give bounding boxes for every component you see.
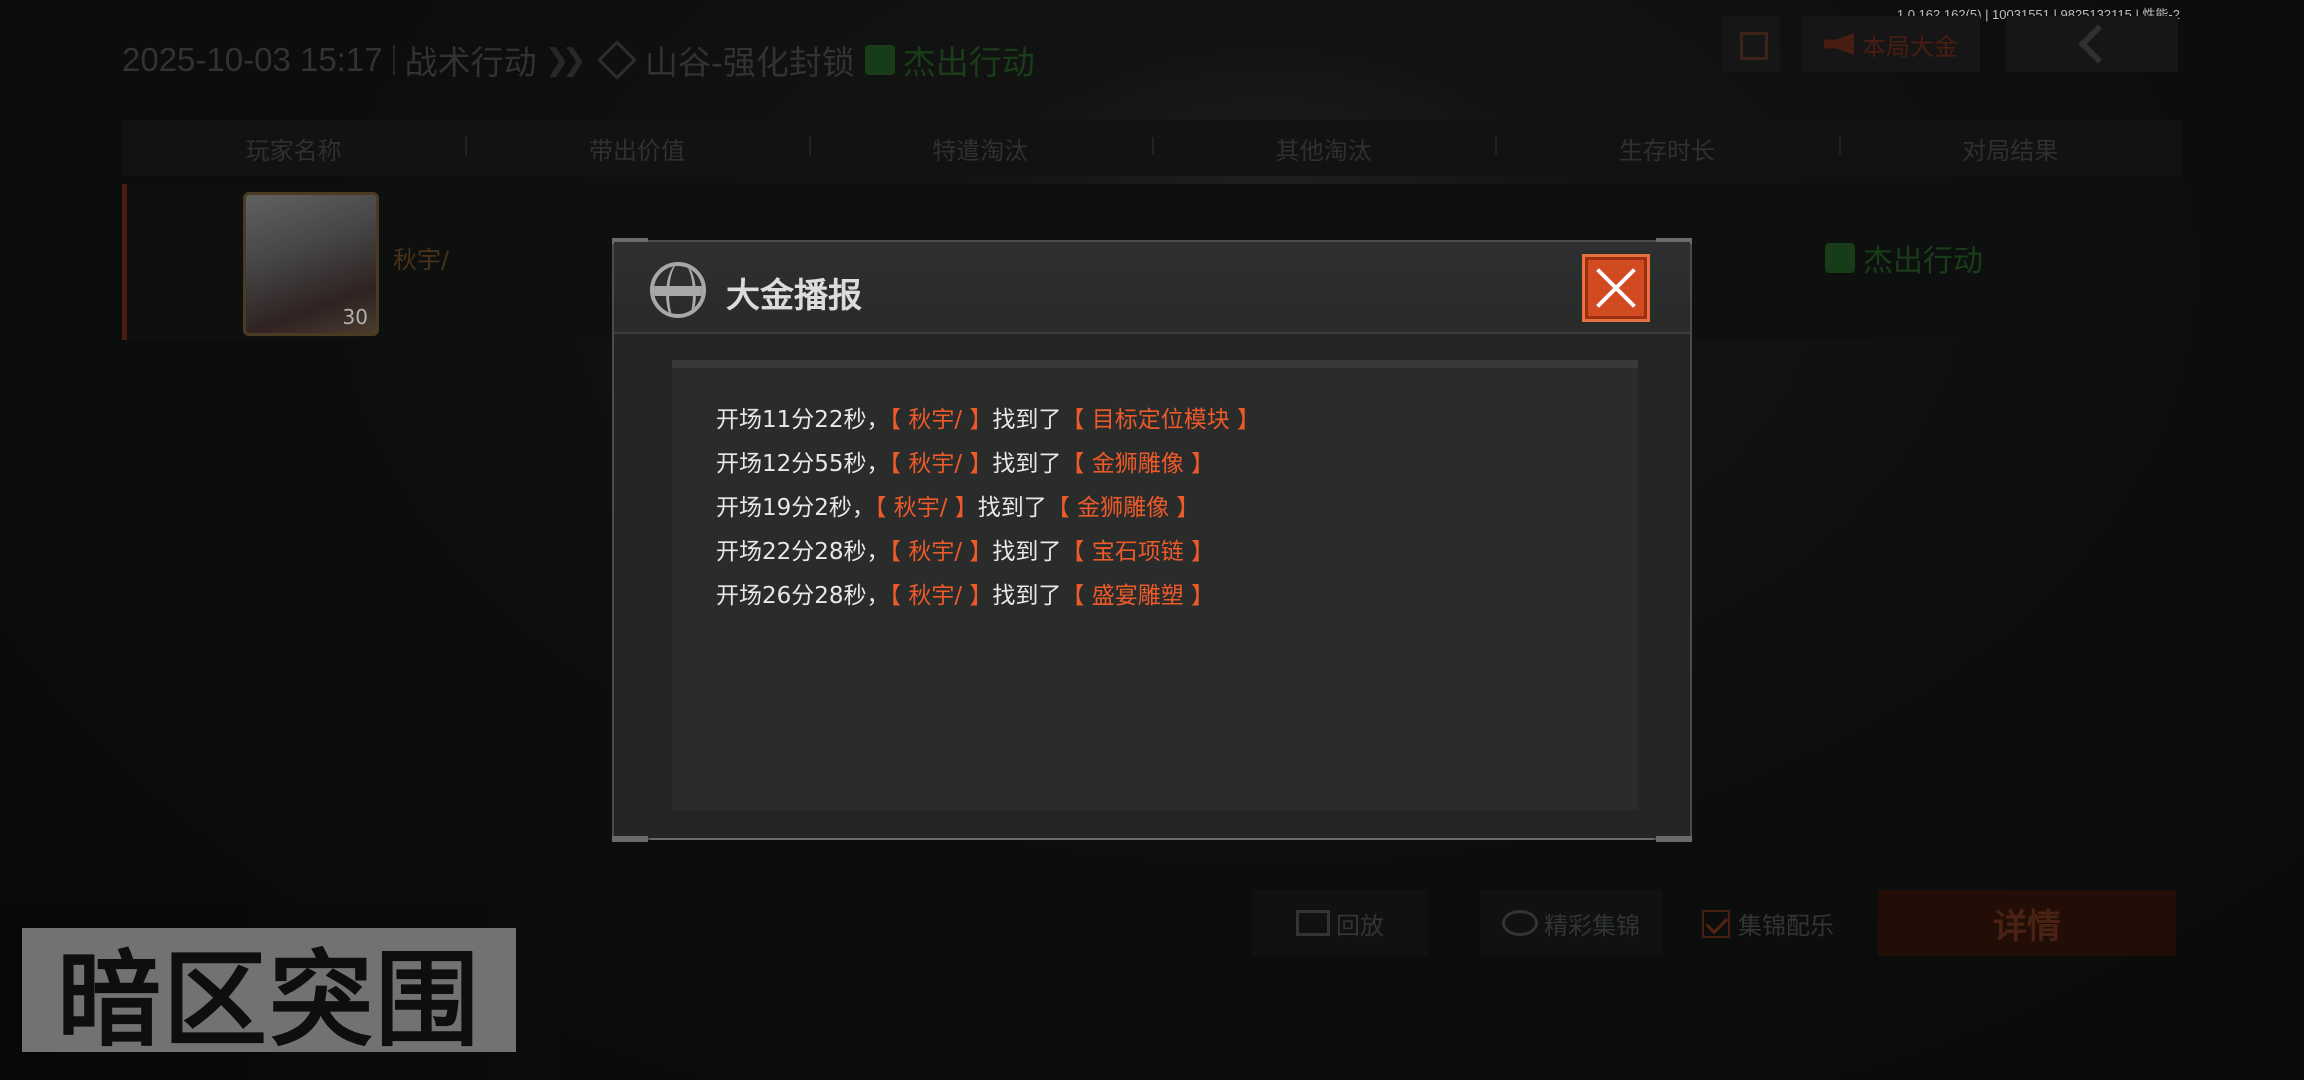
message-verb: 找到了 (992, 407, 1062, 433)
message-player: 【 秋宇/ 】 (874, 495, 978, 521)
corner-decoration (612, 836, 648, 842)
globe-icon (650, 262, 706, 318)
message-item: 【 盛宴雕塑 】 (1061, 583, 1215, 609)
message-player: 【 秋宇/ 】 (889, 407, 993, 433)
divider (650, 838, 1654, 840)
list-item: 开场22分28秒，【 秋宇/ 】找到了【 宝石项链 】 (716, 530, 1260, 574)
list-item: 开场26分28秒，【 秋宇/ 】找到了【 盛宴雕塑 】 (716, 574, 1260, 618)
message-time: 开场19分2秒， (716, 495, 875, 521)
message-verb: 找到了 (977, 495, 1047, 521)
message-item: 【 金狮雕像 】 (1046, 495, 1200, 521)
list-item: 开场11分22秒，【 秋宇/ 】找到了【 目标定位模块 】 (716, 398, 1260, 442)
broadcast-panel: 开场11分22秒，【 秋宇/ 】找到了【 目标定位模块 】 开场12分55秒，【… (672, 360, 1638, 810)
message-item: 【 金狮雕像 】 (1061, 451, 1215, 477)
message-player: 【 秋宇/ 】 (889, 583, 993, 609)
message-time: 开场11分22秒， (716, 407, 890, 433)
message-item: 【 宝石项链 】 (1061, 539, 1215, 565)
message-time: 开场12分55秒， (716, 451, 890, 477)
message-verb: 找到了 (992, 451, 1062, 477)
dialog-header: 大金播报 (614, 242, 1690, 334)
broadcast-list: 开场11分22秒，【 秋宇/ 】找到了【 目标定位模块 】 开场12分55秒，【… (716, 398, 1260, 618)
message-item: 【 目标定位模块 】 (1061, 407, 1261, 433)
close-button[interactable] (1582, 254, 1650, 322)
message-time: 开场22分28秒， (716, 539, 890, 565)
dajin-broadcast-dialog: 大金播报 开场11分22秒，【 秋宇/ 】找到了【 目标定位模块 】 开场12分… (612, 238, 1692, 842)
message-verb: 找到了 (992, 539, 1062, 565)
close-icon (1594, 266, 1638, 310)
message-player: 【 秋宇/ 】 (889, 539, 993, 565)
corner-decoration (1656, 836, 1692, 842)
list-item: 开场19分2秒，【 秋宇/ 】找到了【 金狮雕像 】 (716, 486, 1260, 530)
message-player: 【 秋宇/ 】 (889, 451, 993, 477)
list-item: 开场12分55秒，【 秋宇/ 】找到了【 金狮雕像 】 (716, 442, 1260, 486)
message-time: 开场26分28秒， (716, 583, 890, 609)
dialog-title: 大金播报 (726, 276, 862, 316)
message-verb: 找到了 (992, 583, 1062, 609)
